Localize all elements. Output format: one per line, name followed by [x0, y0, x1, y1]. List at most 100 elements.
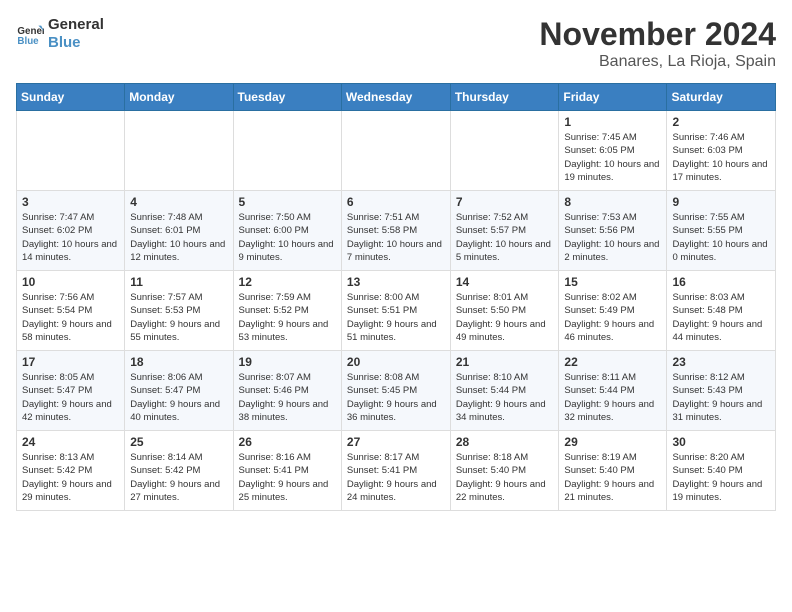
calendar-cell: 25 Sunrise: 8:14 AM Sunset: 5:42 PM Dayli… — [125, 431, 233, 511]
day-info: Sunrise: 8:03 AM Sunset: 5:48 PM Dayligh… — [672, 291, 770, 344]
day-number: 1 — [564, 115, 661, 129]
weekday-header-row: SundayMondayTuesdayWednesdayThursdayFrid… — [17, 84, 776, 111]
day-number: 5 — [239, 195, 336, 209]
calendar-cell: 24Sunrise: 8:13 AM Sunset: 5:42 PM Dayli… — [17, 431, 125, 511]
calendar-cell: 1 Sunrise: 7:45 AM Sunset: 6:05 PM Daylig… — [559, 111, 667, 191]
calendar-cell: 30 Sunrise: 8:20 AM Sunset: 5:40 PM Dayli… — [667, 431, 776, 511]
calendar-cell — [233, 111, 341, 191]
day-info: Sunrise: 8:16 AM Sunset: 5:41 PM Dayligh… — [239, 451, 336, 504]
week-row-3: 10Sunrise: 7:56 AM Sunset: 5:54 PM Dayli… — [17, 271, 776, 351]
day-number: 16 — [672, 275, 770, 289]
day-info: Sunrise: 7:47 AM Sunset: 6:02 PM Dayligh… — [22, 211, 119, 264]
week-row-4: 17 Sunrise: 8:05 AM Sunset: 5:47 PM Dayli… — [17, 351, 776, 431]
svg-text:Blue: Blue — [17, 36, 39, 47]
day-number: 9 — [672, 195, 770, 209]
calendar-cell: 29 Sunrise: 8:19 AM Sunset: 5:40 PM Dayli… — [559, 431, 667, 511]
calendar-cell: 10Sunrise: 7:56 AM Sunset: 5:54 PM Dayli… — [17, 271, 125, 351]
day-info: Sunrise: 7:48 AM Sunset: 6:01 PM Dayligh… — [130, 211, 227, 264]
day-info: Sunrise: 8:19 AM Sunset: 5:40 PM Dayligh… — [564, 451, 661, 504]
day-number: 18 — [130, 355, 227, 369]
day-info: Sunrise: 7:57 AM Sunset: 5:53 PM Dayligh… — [130, 291, 227, 344]
calendar-cell: 27 Sunrise: 8:17 AM Sunset: 5:41 PM Dayli… — [341, 431, 450, 511]
calendar-cell: 21 Sunrise: 8:10 AM Sunset: 5:44 PM Dayli… — [450, 351, 559, 431]
calendar-cell: 8 Sunrise: 7:53 AM Sunset: 5:56 PM Daylig… — [559, 191, 667, 271]
calendar-cell: 2 Sunrise: 7:46 AM Sunset: 6:03 PM Daylig… — [667, 111, 776, 191]
day-info: Sunrise: 8:17 AM Sunset: 5:41 PM Dayligh… — [347, 451, 445, 504]
day-number: 29 — [564, 435, 661, 449]
page-header: General Blue General Blue November 2024 … — [16, 16, 776, 71]
day-number: 3 — [22, 195, 119, 209]
day-info: Sunrise: 8:00 AM Sunset: 5:51 PM Dayligh… — [347, 291, 445, 344]
calendar-cell: 13 Sunrise: 8:00 AM Sunset: 5:51 PM Dayli… — [341, 271, 450, 351]
weekday-header-thursday: Thursday — [450, 84, 559, 111]
day-number: 14 — [456, 275, 554, 289]
calendar-cell: 16 Sunrise: 8:03 AM Sunset: 5:48 PM Dayli… — [667, 271, 776, 351]
day-number: 2 — [672, 115, 770, 129]
day-number: 4 — [130, 195, 227, 209]
calendar-cell: 11 Sunrise: 7:57 AM Sunset: 5:53 PM Dayli… — [125, 271, 233, 351]
day-info: Sunrise: 8:18 AM Sunset: 5:40 PM Dayligh… — [456, 451, 554, 504]
logo-icon: General Blue — [16, 20, 44, 48]
day-info: Sunrise: 8:20 AM Sunset: 5:40 PM Dayligh… — [672, 451, 770, 504]
day-number: 8 — [564, 195, 661, 209]
calendar-cell: 4 Sunrise: 7:48 AM Sunset: 6:01 PM Daylig… — [125, 191, 233, 271]
day-number: 27 — [347, 435, 445, 449]
day-info: Sunrise: 7:53 AM Sunset: 5:56 PM Dayligh… — [564, 211, 661, 264]
logo: General Blue General Blue — [16, 16, 104, 52]
day-info: Sunrise: 7:52 AM Sunset: 5:57 PM Dayligh… — [456, 211, 554, 264]
day-info: Sunrise: 8:10 AM Sunset: 5:44 PM Dayligh… — [456, 371, 554, 424]
day-info: Sunrise: 7:59 AM Sunset: 5:52 PM Dayligh… — [239, 291, 336, 344]
calendar-cell: 7 Sunrise: 7:52 AM Sunset: 5:57 PM Daylig… — [450, 191, 559, 271]
day-number: 15 — [564, 275, 661, 289]
day-info: Sunrise: 7:45 AM Sunset: 6:05 PM Dayligh… — [564, 131, 661, 184]
calendar-cell: 22Sunrise: 8:11 AM Sunset: 5:44 PM Dayli… — [559, 351, 667, 431]
weekday-header-friday: Friday — [559, 84, 667, 111]
day-number: 17 — [22, 355, 119, 369]
calendar-cell: 14 Sunrise: 8:01 AM Sunset: 5:50 PM Dayli… — [450, 271, 559, 351]
calendar-cell: 23Sunrise: 8:12 AM Sunset: 5:43 PM Dayli… — [667, 351, 776, 431]
day-number: 26 — [239, 435, 336, 449]
calendar-cell: 17 Sunrise: 8:05 AM Sunset: 5:47 PM Dayli… — [17, 351, 125, 431]
day-info: Sunrise: 8:08 AM Sunset: 5:45 PM Dayligh… — [347, 371, 445, 424]
day-info: Sunrise: 8:01 AM Sunset: 5:50 PM Dayligh… — [456, 291, 554, 344]
calendar-cell: 5 Sunrise: 7:50 AM Sunset: 6:00 PM Daylig… — [233, 191, 341, 271]
day-number: 11 — [130, 275, 227, 289]
calendar-cell — [17, 111, 125, 191]
calendar-cell: 28 Sunrise: 8:18 AM Sunset: 5:40 PM Dayli… — [450, 431, 559, 511]
weekday-header-wednesday: Wednesday — [341, 84, 450, 111]
day-info: Sunrise: 7:55 AM Sunset: 5:55 PM Dayligh… — [672, 211, 770, 264]
day-info: Sunrise: 8:14 AM Sunset: 5:42 PM Dayligh… — [130, 451, 227, 504]
calendar-cell: 20 Sunrise: 8:08 AM Sunset: 5:45 PM Dayli… — [341, 351, 450, 431]
month-year: November 2024 — [539, 16, 776, 53]
weekday-header-monday: Monday — [125, 84, 233, 111]
day-info: Sunrise: 8:06 AM Sunset: 5:47 PM Dayligh… — [130, 371, 227, 424]
calendar-cell: 26 Sunrise: 8:16 AM Sunset: 5:41 PM Dayli… — [233, 431, 341, 511]
weekday-header-saturday: Saturday — [667, 84, 776, 111]
calendar-cell — [125, 111, 233, 191]
week-row-5: 24Sunrise: 8:13 AM Sunset: 5:42 PM Dayli… — [17, 431, 776, 511]
day-info: Sunrise: 8:11 AM Sunset: 5:44 PM Dayligh… — [564, 371, 661, 424]
day-number: 23 — [672, 355, 770, 369]
day-info: Sunrise: 7:50 AM Sunset: 6:00 PM Dayligh… — [239, 211, 336, 264]
calendar-cell: 12 Sunrise: 7:59 AM Sunset: 5:52 PM Dayli… — [233, 271, 341, 351]
day-number: 10 — [22, 275, 119, 289]
day-info: Sunrise: 8:07 AM Sunset: 5:46 PM Dayligh… — [239, 371, 336, 424]
day-number: 28 — [456, 435, 554, 449]
day-info: Sunrise: 8:13 AM Sunset: 5:42 PM Dayligh… — [22, 451, 119, 504]
calendar-cell: 18 Sunrise: 8:06 AM Sunset: 5:47 PM Dayli… — [125, 351, 233, 431]
calendar-cell — [341, 111, 450, 191]
day-number: 25 — [130, 435, 227, 449]
weekday-header-sunday: Sunday — [17, 84, 125, 111]
day-info: Sunrise: 7:46 AM Sunset: 6:03 PM Dayligh… — [672, 131, 770, 184]
weekday-header-tuesday: Tuesday — [233, 84, 341, 111]
day-number: 21 — [456, 355, 554, 369]
week-row-2: 3 Sunrise: 7:47 AM Sunset: 6:02 PM Daylig… — [17, 191, 776, 271]
day-number: 30 — [672, 435, 770, 449]
day-info: Sunrise: 8:05 AM Sunset: 5:47 PM Dayligh… — [22, 371, 119, 424]
day-number: 13 — [347, 275, 445, 289]
title-block: November 2024 Banares, La Rioja, Spain — [539, 16, 776, 71]
day-number: 7 — [456, 195, 554, 209]
day-number: 20 — [347, 355, 445, 369]
day-number: 12 — [239, 275, 336, 289]
day-number: 6 — [347, 195, 445, 209]
